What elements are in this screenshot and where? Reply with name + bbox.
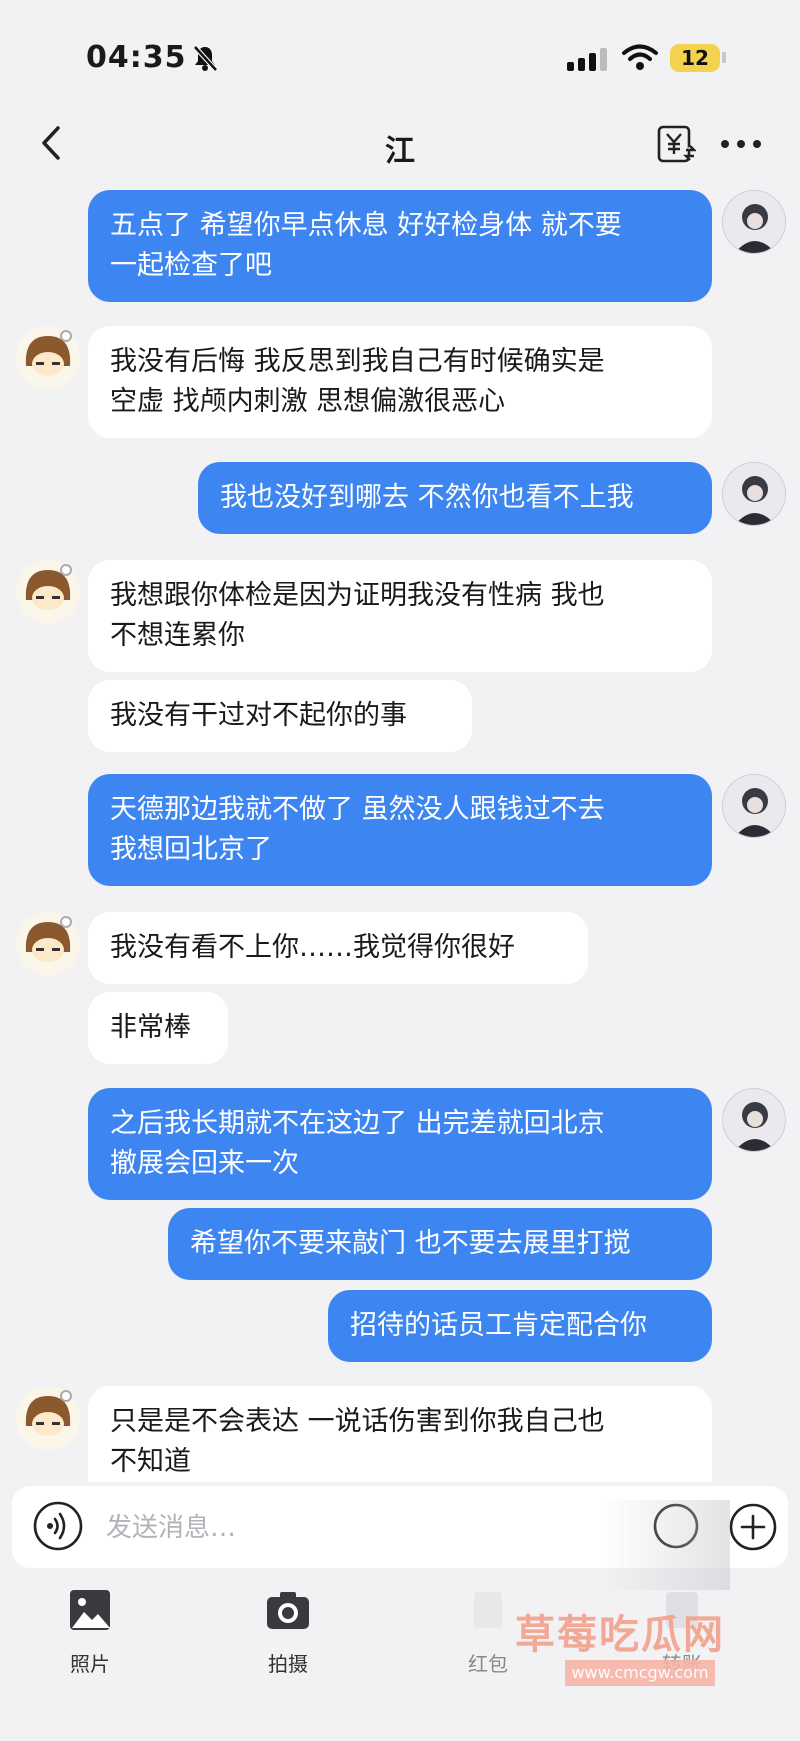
wifi-icon: [622, 44, 658, 70]
message-bubble-received[interactable]: 非常棒: [88, 992, 228, 1064]
message-bubble-received[interactable]: 我没有看不上你……我觉得你很好: [88, 912, 588, 984]
tool-camera-label: 拍摄: [268, 1652, 308, 1676]
message-bubble-sent[interactable]: 五点了 希望你早点休息 好好检身体 就不要 一起检查了吧: [88, 190, 712, 302]
my-avatar[interactable]: [722, 774, 786, 838]
status-time: 04:35: [86, 40, 187, 75]
avatar-image: [734, 788, 776, 837]
tool-camera-button[interactable]: 拍摄: [228, 1588, 348, 1698]
chat-header: 江: [0, 110, 800, 180]
photo-icon: [70, 1590, 110, 1630]
camera-icon: [267, 1592, 309, 1629]
battery-level: 12: [681, 46, 709, 70]
tool-photo-button[interactable]: 照片: [30, 1588, 150, 1698]
my-avatar[interactable]: [722, 1088, 786, 1152]
avatar-image: [734, 204, 776, 253]
my-avatar[interactable]: [722, 190, 786, 254]
message-bubble-sent[interactable]: 希望你不要来敲门 也不要去展里打搅: [168, 1208, 712, 1280]
online-status-dot: [60, 1390, 72, 1402]
message-bubble-received[interactable]: 我没有干过对不起你的事: [88, 680, 472, 752]
more-icon[interactable]: [716, 132, 766, 156]
chat-title: 江: [385, 134, 415, 169]
message-bubble-received[interactable]: 我想跟你体检是因为证明我没有性病 我也 不想连累你: [88, 560, 712, 672]
plus-icon[interactable]: [728, 1502, 778, 1552]
message-bubble-sent[interactable]: 之后我长期就不在这边了 出完差就回北京 撤展会回来一次: [88, 1088, 712, 1200]
message-bubble-sent[interactable]: 我也没好到哪去 不然你也看不上我: [198, 462, 712, 534]
red-packet-icon: [474, 1592, 502, 1628]
status-bar: 04:35 12: [0, 0, 800, 110]
online-status-dot: [60, 564, 72, 576]
watermark-url: www.cmcgw.com: [565, 1660, 715, 1686]
avatar-image: [734, 1102, 776, 1151]
avatar-image: [734, 476, 776, 525]
my-avatar[interactable]: [722, 462, 786, 526]
message-bubble-sent[interactable]: 天德那边我就不做了 虽然没人跟钱过不去 我想回北京了: [88, 774, 712, 886]
battery-tip: [722, 52, 726, 63]
message-bubble-received[interactable]: 我没有后悔 我反思到我自己有时候确实是 空虚 找颅内刺激 思想偏激很恶心: [88, 326, 712, 438]
voice-icon[interactable]: [32, 1500, 84, 1552]
online-status-dot: [60, 330, 72, 342]
watermark-text: 草莓吃瓜网: [515, 1612, 725, 1658]
blur-patch: [600, 1500, 730, 1590]
signal-icon: [567, 48, 607, 71]
battery-icon: 12: [670, 44, 720, 72]
tool-photo-label: 照片: [70, 1652, 110, 1676]
message-bubble-received[interactable]: 只是是不会表达 一说话伤害到你我自己也 不知道: [88, 1386, 712, 1482]
message-bubble-sent[interactable]: 招待的话员工肯定配合你: [328, 1290, 712, 1362]
transfer-yuan-icon[interactable]: [656, 124, 696, 164]
online-status-dot: [60, 916, 72, 928]
bell-muted-icon: [193, 45, 218, 72]
message-input[interactable]: [104, 1504, 628, 1552]
back-icon[interactable]: [30, 120, 76, 166]
